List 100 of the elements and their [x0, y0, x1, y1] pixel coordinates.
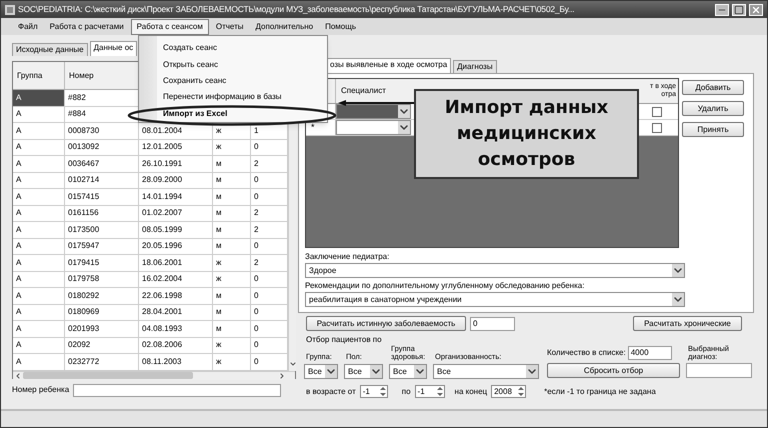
child-number-label: Номер ребенка [12, 384, 70, 396]
table-cell: 0013092 [65, 140, 139, 155]
maximize-icon[interactable] [732, 4, 746, 16]
table-cell: А [13, 272, 65, 287]
menu-item[interactable]: Помощь [320, 18, 362, 34]
filter-combo[interactable]: Все [433, 364, 539, 379]
menu-item[interactable]: Перенести информацию в базы [157, 89, 282, 106]
table-cell: А [13, 321, 65, 336]
table-cell: м [213, 288, 251, 304]
menu-item[interactable]: Дополнительно [250, 18, 318, 34]
table-cell: м [213, 172, 251, 188]
chevron-down-icon [325, 365, 337, 378]
tab[interactable]: Диагнозы [453, 60, 497, 73]
menu-item[interactable]: Отчеты [210, 18, 249, 34]
table-cell: А [13, 206, 65, 221]
table-cell: 02092 [65, 338, 139, 353]
table-cell: А [13, 354, 65, 370]
specialist-combo[interactable] [336, 120, 411, 135]
table-cell: А [13, 172, 65, 188]
close-icon[interactable] [749, 4, 763, 16]
table-cell: м [213, 304, 251, 320]
tab[interactable]: Исходные данные [12, 43, 88, 56]
filter-combo[interactable]: Все [389, 364, 427, 379]
table-cell: 02.08.2006 [139, 338, 213, 353]
age-to-label: по [402, 386, 411, 398]
table-cell: 0175947 [65, 238, 139, 254]
menu-item[interactable]: Открыть сеанс [157, 56, 282, 73]
table-cell: А [13, 189, 65, 204]
spin-arrows-icon [378, 386, 387, 397]
table-cell: 16.02.2004 [139, 272, 213, 287]
tab[interactable]: Данные ос [90, 41, 138, 56]
count-field[interactable]: 4000 [628, 346, 672, 360]
diagnosis-field[interactable] [686, 363, 752, 378]
table-cell: А [13, 123, 65, 138]
conclusion-combo[interactable]: Здорое [305, 263, 685, 278]
minimize-icon[interactable] [715, 4, 729, 16]
table-cell: 0102714 [65, 172, 139, 188]
spin-field[interactable]: -1 [360, 385, 388, 398]
menu-item[interactable]: Файл [13, 18, 43, 34]
menu-item[interactable]: Создать сеанс [157, 40, 282, 56]
table-cell: м [213, 189, 251, 204]
table-cell: 0179415 [65, 255, 139, 270]
callout: Импорт данных медицинских осмотров [414, 89, 639, 179]
table-cell: 0232772 [65, 354, 139, 370]
child-number-field[interactable] [73, 384, 282, 396]
table-cell: А [13, 140, 65, 155]
table-cell: А [13, 222, 65, 238]
menu-item[interactable]: Работа с расчетами [44, 18, 129, 34]
window-title: SOC\PEDIATRIA: C:\жесткий диск\Проект ЗАБОЛЕВАЕМОСТЬ\модули МУЗ_заболеваемость\республика Татарстан\БУГУЛЬМА-РАСЧЕТ\0502_Бу... [18, 3, 576, 16]
table-cell: 08.11.2003 [139, 354, 213, 370]
button[interactable]: Расчитать истинную заболеваемость [306, 316, 466, 331]
table-cell: 28.04.2001 [139, 304, 213, 320]
filter-combo[interactable]: Все [344, 364, 383, 379]
chevron-down-icon [414, 365, 426, 378]
app-icon [5, 4, 15, 14]
button[interactable]: Расчитать хронические [633, 316, 742, 331]
filter-title: Отбор пациентов по [305, 334, 383, 344]
scroll-thumb[interactable] [23, 372, 193, 379]
row-marker: * [311, 120, 315, 134]
table-cell: 12.01.2005 [139, 140, 213, 155]
table-cell: 0161156 [65, 206, 139, 221]
table-cell: 28.09.2000 [139, 172, 213, 188]
table-cell: А [13, 156, 65, 172]
chevron-down-icon [672, 264, 684, 277]
table-cell: 01.02.2007 [139, 206, 213, 221]
count-label: Количество в списке: [547, 346, 626, 358]
note-text: *если -1 то граница не задана [544, 386, 656, 398]
button[interactable]: Удалить [682, 101, 744, 116]
table-cell: ж [213, 255, 251, 270]
table-cell: 20.05.1996 [139, 238, 213, 254]
spin-field[interactable]: 2008 [491, 385, 526, 398]
spin-arrows-icon [436, 386, 444, 397]
table-cell: А [13, 288, 65, 304]
table-cell: м [213, 156, 251, 172]
table-cell: м [213, 222, 251, 238]
table-cell: А [13, 238, 65, 254]
specialist-combo[interactable] [336, 104, 411, 119]
age-from-label: в возрасте от [306, 386, 356, 398]
button[interactable]: Сбросить отбор [547, 363, 680, 378]
filter-combo[interactable]: Все [304, 364, 338, 379]
button[interactable]: Принять [682, 122, 744, 137]
table-cell: 0157415 [65, 189, 139, 204]
menu-item[interactable]: Сохранить сеанс [157, 72, 282, 90]
checkbox[interactable] [652, 106, 662, 116]
checkbox[interactable] [652, 122, 662, 132]
table-cell: ж [213, 140, 251, 155]
column-header[interactable]: Группа [13, 62, 65, 89]
table-cell: 0180969 [65, 304, 139, 320]
table-cell: м [213, 238, 251, 254]
table-cell: 0179758 [65, 272, 139, 287]
incidence-field[interactable]: 0 [470, 316, 515, 330]
table-cell: 14.01.1994 [139, 189, 213, 204]
recommendation-combo[interactable]: реабилитация в санаторном учреждении [305, 292, 685, 307]
menu-item[interactable]: Работа с сеансом [130, 18, 209, 34]
table-cell: ж [213, 354, 251, 370]
column-header[interactable]: Специалист [341, 85, 386, 97]
button[interactable]: Добавить [682, 80, 744, 95]
spin-field[interactable]: -1 [414, 385, 445, 398]
table-cell: 26.10.1991 [139, 156, 213, 172]
spin-arrows-icon [517, 386, 526, 397]
